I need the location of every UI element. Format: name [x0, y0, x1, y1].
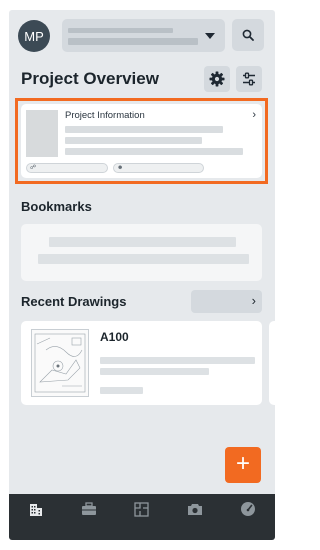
project-information-card[interactable]: Project Information › ☍ ☻	[21, 104, 262, 178]
drawing-meta-placeholder	[100, 368, 209, 375]
briefcase-icon	[81, 502, 96, 515]
search-icon	[242, 29, 254, 41]
project-detail-placeholder	[65, 137, 202, 144]
gear-icon	[209, 71, 225, 87]
chevron-right-icon: ›	[251, 293, 256, 308]
project-company-placeholder	[68, 28, 173, 33]
add-button[interactable]: +	[225, 447, 261, 483]
recent-drawings-heading: Recent Drawings	[21, 294, 127, 309]
drawing-number: A100	[100, 330, 129, 344]
sliders-icon	[243, 72, 255, 86]
drawing-title-placeholder	[100, 357, 255, 364]
nav-item-tools[interactable]	[78, 500, 100, 518]
app-screen: MP Project Overview Project Information …	[9, 10, 275, 540]
project-image-placeholder	[26, 110, 58, 157]
project-detail-placeholder	[65, 148, 243, 155]
bookmark-placeholder	[49, 237, 236, 247]
avatar-initials: MP	[24, 28, 44, 44]
settings-button[interactable]	[204, 66, 230, 92]
caret-down-icon	[205, 33, 215, 39]
nav-item-dashboard[interactable]	[237, 500, 259, 518]
see-all-drawings-button[interactable]: ›	[191, 290, 262, 313]
page-title: Project Overview	[21, 69, 159, 88]
search-button[interactable]	[232, 19, 264, 51]
camera-icon	[188, 503, 203, 515]
next-drawing-card[interactable]	[269, 321, 275, 405]
gauge-icon	[241, 502, 256, 516]
project-detail-placeholder	[65, 126, 223, 133]
customize-button[interactable]	[236, 66, 262, 92]
link-icon: ☍	[30, 165, 37, 171]
project-information-title: Project Information	[65, 110, 145, 121]
drawing-card[interactable]: A100	[21, 321, 262, 405]
project-name-placeholder	[68, 38, 198, 45]
bottom-nav	[9, 494, 275, 540]
project-select-dropdown[interactable]	[62, 19, 225, 52]
drawing-date-placeholder	[100, 387, 143, 394]
bookmarks-heading: Bookmarks	[21, 199, 92, 214]
nav-item-drawings[interactable]	[131, 500, 153, 518]
people-icon: ☻	[117, 165, 124, 171]
bookmarks-card[interactable]	[21, 224, 262, 281]
project-address-pill[interactable]: ☍	[26, 163, 108, 173]
site-plan-thumbnail	[34, 333, 86, 393]
nav-item-projects[interactable]	[25, 500, 47, 518]
project-team-pill[interactable]: ☻	[113, 163, 204, 173]
user-avatar[interactable]: MP	[18, 20, 50, 52]
chevron-right-icon: ›	[252, 109, 256, 121]
floorplan-icon	[134, 501, 150, 517]
nav-item-photos[interactable]	[184, 500, 206, 518]
drawing-thumbnail	[31, 329, 89, 397]
buildings-icon	[29, 504, 42, 516]
bookmark-placeholder	[38, 254, 249, 264]
